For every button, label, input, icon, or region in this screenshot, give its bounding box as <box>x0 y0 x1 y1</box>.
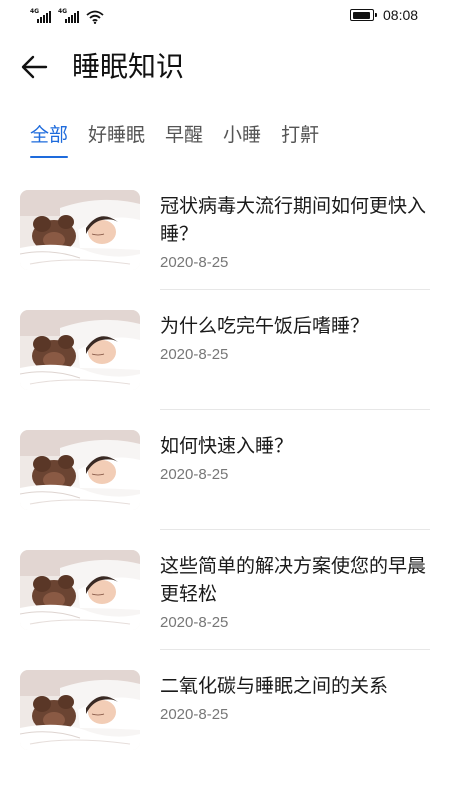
article-title: 这些简单的解决方案使您的早晨更轻松 <box>160 555 427 605</box>
article-date: 2020-8-25 <box>160 254 229 271</box>
sleeping-person-image <box>20 550 140 630</box>
article-title: 如何快速入睡？ <box>160 435 294 457</box>
signal-icon: 4G <box>30 8 51 23</box>
article-list: 冠状病毒大流行期间如何更快入睡？ 2020-8-25 为什么吃完午饭后嗜睡？ 2… <box>0 170 450 770</box>
article-thumbnail <box>20 430 140 510</box>
article-date: 2020-8-25 <box>160 706 229 723</box>
article-item[interactable]: 二氧化碳与睡眠之间的关系 2020-8-25 <box>0 650 450 770</box>
status-time: 08:08 <box>383 7 419 23</box>
article-thumbnail <box>20 550 140 630</box>
tab-nap[interactable]: 小睡 <box>223 122 261 162</box>
sleeping-person-image <box>20 310 140 390</box>
article-item[interactable]: 这些简单的解决方案使您的早晨更轻松 2020-8-25 <box>0 530 450 650</box>
article-date: 2020-8-25 <box>160 346 229 363</box>
signal-icon: 4G <box>58 8 79 23</box>
signal-group: 4G 4G <box>30 7 104 24</box>
tab-all[interactable]: 全部 <box>30 122 69 162</box>
back-button[interactable] <box>18 50 52 84</box>
article-item[interactable]: 为什么吃完午饭后嗜睡？ 2020-8-25 <box>0 290 450 410</box>
header: 睡眠知识 <box>0 40 450 96</box>
article-thumbnail <box>20 310 140 390</box>
tab-early-waking[interactable]: 早醒 <box>165 122 203 162</box>
sleeping-person-image <box>20 190 140 270</box>
article-item[interactable]: 冠状病毒大流行期间如何更快入睡？ 2020-8-25 <box>0 170 450 290</box>
article-title: 二氧化碳与睡眠之间的关系 <box>160 675 389 697</box>
status-bar: 4G 4G 08:08 <box>0 0 450 32</box>
category-tabs: 全部 好睡眠 早醒 小睡 打鼾 <box>30 122 319 162</box>
sleeping-person-image <box>20 430 140 510</box>
tab-snoring[interactable]: 打鼾 <box>281 122 319 162</box>
article-date: 2020-8-25 <box>160 466 229 483</box>
arrow-left-icon <box>21 55 48 79</box>
article-thumbnail <box>20 190 140 270</box>
tab-good-sleep[interactable]: 好睡眠 <box>88 122 145 162</box>
wifi-icon <box>86 9 104 24</box>
sleeping-person-image <box>20 670 140 750</box>
article-date: 2020-8-25 <box>160 614 229 631</box>
article-thumbnail <box>20 670 140 750</box>
page-title: 睡眠知识 <box>72 50 185 83</box>
article-title: 冠状病毒大流行期间如何更快入睡？ <box>160 195 427 245</box>
article-title: 为什么吃完午饭后嗜睡？ <box>160 315 370 337</box>
battery-icon <box>350 9 377 21</box>
article-item[interactable]: 如何快速入睡？ 2020-8-25 <box>0 410 450 530</box>
